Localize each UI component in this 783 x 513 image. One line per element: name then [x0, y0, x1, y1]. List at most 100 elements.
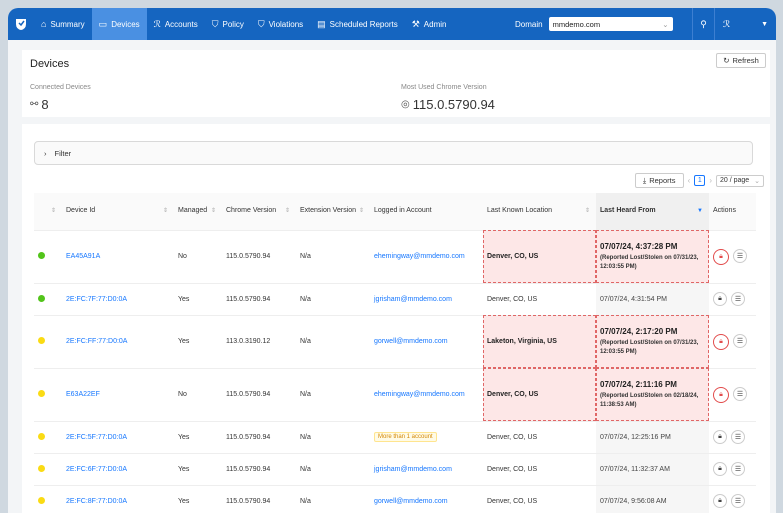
lock-button[interactable]: 🔒︎ [713, 462, 727, 476]
user-menu[interactable]: ℛ ▼ [714, 8, 776, 40]
next-page-button[interactable]: › [709, 176, 712, 185]
last-heard-cell: 07/07/24, 11:32:37 AM [596, 453, 709, 486]
lock-icon: 🔒︎ [718, 295, 722, 302]
nav-item-accounts[interactable]: ℛ Accounts [147, 8, 205, 40]
device-id-link[interactable]: 2E:FC:7F:77:D0:0A [66, 296, 127, 303]
nav-item-admin[interactable]: ⚒ Admin [405, 8, 454, 40]
location-text: Denver, CO, US [487, 295, 538, 303]
col-extension-version[interactable]: Extension Version ⇕ [296, 193, 370, 231]
col-last-heard[interactable]: Last Heard From ▼ [596, 193, 709, 231]
plug-icon: ⚯ [30, 99, 39, 110]
logo-icon [16, 19, 26, 30]
nav-item-policy[interactable]: ⛉ Policy [205, 8, 251, 40]
reports-button[interactable]: ⤓ Reports [634, 173, 684, 188]
unlock-button[interactable]: 🔒︎ [713, 248, 729, 265]
table-row[interactable]: 2E:FC:FF:77:D0:0A Yes 113.0.3190.12 N/a … [34, 315, 756, 369]
lock-button[interactable]: 🔒︎ [713, 494, 727, 508]
lock-icon: 🔒︎ [718, 497, 722, 504]
domain-select[interactable]: mmdemo.com ⌄ [548, 17, 673, 31]
col-chrome-version[interactable]: Chrome Version ⇕ [222, 193, 296, 231]
details-button[interactable]: ☰ [733, 248, 747, 263]
sort-icon: ⇕ [210, 208, 216, 215]
account-link[interactable]: gorwell@mmdemo.com [374, 498, 448, 505]
details-button[interactable]: ☰ [731, 430, 745, 444]
table-row[interactable]: 2E:FC:5F:77:D0:0A Yes 115.0.5790.94 N/a … [34, 421, 756, 454]
last-heard-text: 07/07/24, 4:37:28 PM [600, 241, 678, 251]
account-cell: gorwell@mmdemo.com [370, 315, 483, 369]
domain-selector: Domain mmdemo.com ⌄ [515, 8, 673, 40]
status-dot [38, 390, 45, 397]
last-heard-cell: 07/07/24, 4:31:54 PM [596, 283, 709, 316]
sort-icon: ⇕ [584, 208, 590, 215]
status-dot [38, 432, 45, 440]
page-size-select[interactable]: 20 / page ⌄ [716, 174, 764, 187]
lock-icon: 🔒︎ [719, 390, 723, 398]
nav-item-scheduled-reports[interactable]: ▤ Scheduled Reports [310, 8, 405, 40]
unlock-button[interactable]: 🔒︎ [713, 333, 729, 350]
account-cell: jgrisham@mmdemo.com [370, 283, 483, 316]
last-heard-cell: 07/07/24, 12:25:16 PM [596, 421, 709, 454]
device-id-link[interactable]: EA45A91A [66, 253, 100, 260]
col-device-id[interactable]: Device Id ⇕ [62, 193, 174, 231]
col-managed[interactable]: Managed ⇕ [174, 193, 222, 231]
details-button[interactable]: ☰ [731, 462, 745, 476]
lightbulb-icon: ⚲ [700, 18, 707, 29]
extension-version-cell: N/a [296, 368, 370, 422]
nav-item-devices[interactable]: ▭ Devices [91, 8, 147, 40]
refresh-label: Refresh [732, 56, 759, 65]
lightbulb-button[interactable]: ⚲ [692, 8, 714, 40]
account-cell: gorwell@mmdemo.com [370, 485, 483, 513]
account-link[interactable]: gorwell@mmdemo.com [374, 338, 448, 345]
list-icon: ☰ [734, 434, 742, 441]
page-number[interactable]: 1 [694, 175, 706, 186]
table-row[interactable]: 2E:FC:7F:77:D0:0A Yes 115.0.5790.94 N/a … [34, 283, 756, 316]
prev-page-button[interactable]: ‹ [688, 176, 691, 185]
last-heard-cell: 07/07/24, 9:56:08 AM [596, 485, 709, 513]
device-id-link[interactable]: 2E:FC:FF:77:D0:0A [66, 338, 127, 345]
app-logo[interactable] [8, 8, 34, 40]
device-id-link[interactable]: 2E:FC:8F:77:D0:0A [66, 498, 127, 505]
table-row[interactable]: EA45A91A No 115.0.5790.94 N/a ehemingway… [34, 230, 756, 284]
filter-panel[interactable]: › Filter [34, 141, 753, 165]
device-id-link[interactable]: 2E:FC:5F:77:D0:0A [66, 434, 127, 441]
device-id-link[interactable]: 2E:FC:6F:77:D0:0A [66, 466, 127, 473]
managed-cell: Yes [174, 315, 222, 369]
location-cell-flagged: Denver, CO, US [483, 368, 596, 422]
details-button[interactable]: ☰ [733, 386, 747, 401]
last-heard-text: 07/07/24, 9:56:08 AM [600, 497, 667, 505]
lock-button[interactable]: 🔒︎ [713, 292, 727, 306]
col-last-location[interactable]: Last Known Location ⇕ [483, 193, 596, 231]
unlock-button[interactable]: 🔒︎ [713, 386, 729, 403]
nav-item-label: Accounts [164, 19, 198, 29]
device-id-cell: EA45A91A [62, 230, 174, 284]
app-window: ⌂ Summary ▭ Devices ℛ Accounts ⛉ Policy ⛉ Violati… [8, 8, 776, 513]
account-link[interactable]: jgrisham@mmdemo.com [374, 296, 452, 303]
chrome-version-cell: 115.0.5790.94 [222, 421, 296, 454]
details-button[interactable]: ☰ [731, 494, 745, 508]
col-logged-account[interactable]: Logged in Account [370, 193, 483, 231]
table-row[interactable]: 2E:FC:6F:77:D0:0A Yes 115.0.5790.94 N/a … [34, 453, 756, 486]
device-id-link[interactable]: E63A22EF [66, 391, 100, 398]
nav-item-violations[interactable]: ⛉ Violations [251, 8, 310, 40]
nav-item-summary[interactable]: ⌂ Summary [34, 8, 92, 40]
details-button[interactable]: ☰ [733, 333, 747, 348]
table-row[interactable]: E63A22EF No 115.0.5790.94 N/a ehemingway… [34, 368, 756, 422]
lock-button[interactable]: 🔒︎ [713, 430, 727, 444]
nav-item-label: Devices [111, 19, 140, 29]
chrome-version-cell: 113.0.3190.12 [222, 315, 296, 369]
status-dot [38, 252, 45, 259]
details-button[interactable]: ☰ [731, 292, 745, 306]
account-link[interactable]: ehemingway@mmdemo.com [374, 391, 465, 398]
device-id-cell: 2E:FC:FF:77:D0:0A [62, 315, 174, 369]
col-status[interactable]: ⇕ [34, 193, 62, 231]
table-row[interactable]: 2E:FC:8F:77:D0:0A Yes 115.0.5790.94 N/a … [34, 485, 756, 513]
refresh-button[interactable]: ↻ Refresh [716, 53, 766, 68]
nav-item-label: Policy [222, 19, 244, 29]
actions-cell: 🔒︎ ☰ [709, 230, 756, 284]
account-link[interactable]: jgrisham@mmdemo.com [374, 466, 452, 473]
lost-stolen-note: (Reported Lost/Stolen on 02/18/24, 11:38… [600, 392, 699, 408]
managed-cell: Yes [174, 453, 222, 486]
account-link[interactable]: ehemingway@mmdemo.com [374, 253, 465, 260]
chrome-version-cell: 115.0.5790.94 [222, 230, 296, 284]
lost-stolen-note: (Reported Lost/Stolen on 07/31/23, 12:03… [600, 254, 699, 270]
